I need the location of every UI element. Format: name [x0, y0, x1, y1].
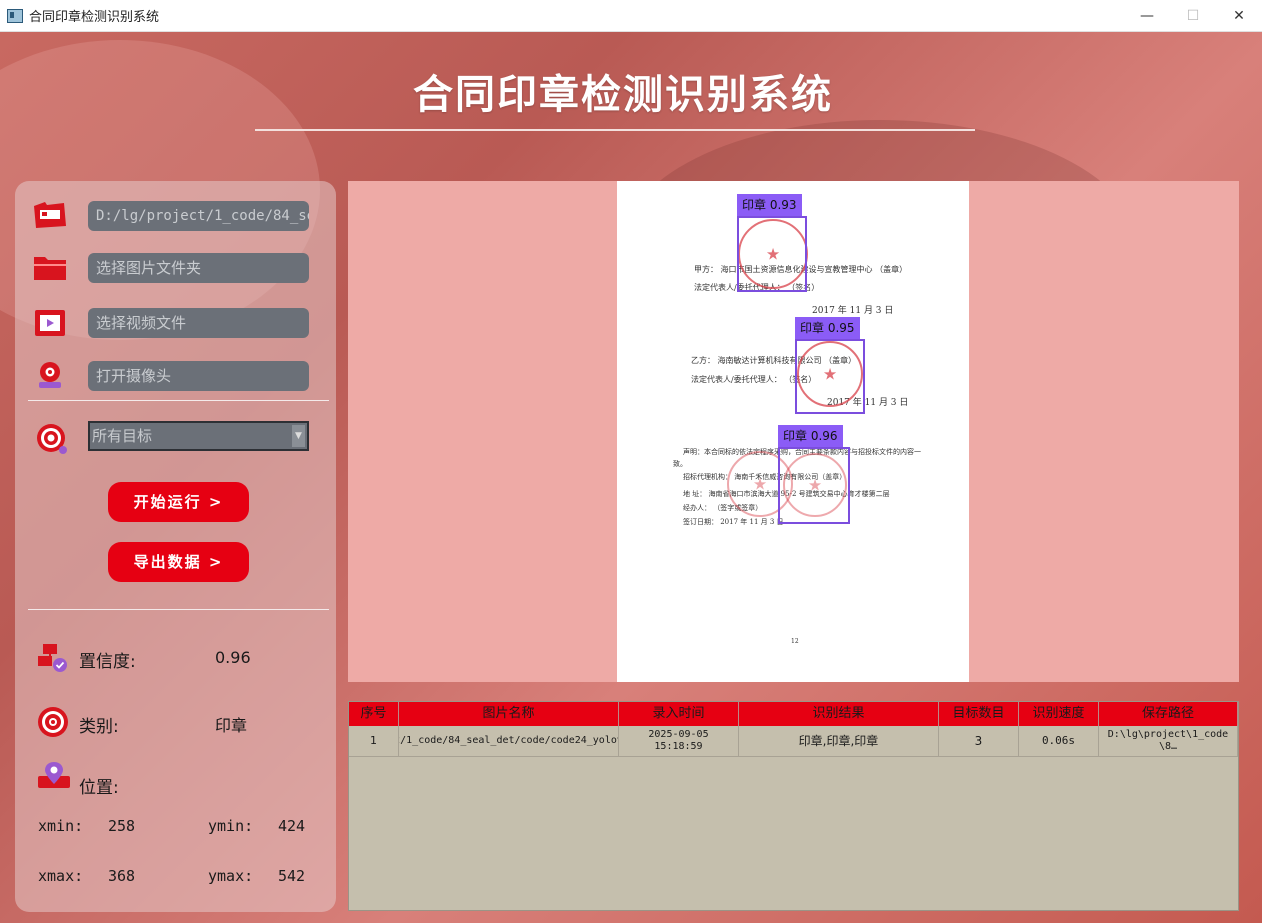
page-title: 合同印章检测识别系统 [413, 72, 833, 118]
maximize-button[interactable]: ☐ [1170, 0, 1216, 31]
doc-date-a: 2017 年 11 月 3 日 [812, 306, 894, 316]
cell-index: 1 [349, 726, 399, 757]
target-select[interactable]: 所有目标 ▼ [88, 421, 309, 451]
column-header-index[interactable]: 序号 [349, 702, 399, 726]
confidence-label: 置信度: [79, 652, 136, 672]
divider [28, 609, 329, 610]
ymax-value: 542 [278, 867, 306, 885]
export-button[interactable]: 导出数据 > [108, 542, 249, 582]
image-path-input[interactable]: D:/lg/project/1_code/84_seal_det/ [88, 201, 309, 231]
cell-speed: 0.06s [1019, 726, 1099, 757]
ymin-label: ymin: [208, 817, 254, 835]
detection-label: 印章 0.95 [795, 317, 860, 339]
xmax-label: xmax: [38, 867, 84, 885]
results-table: 序号 图片名称 录入时间 识别结果 目标数目 识别速度 保存路径 1 D:/lg… [348, 701, 1239, 911]
chevron-down-icon[interactable]: ▼ [292, 425, 305, 447]
target-select-value: 所有目标 [92, 427, 153, 445]
target-icon [35, 422, 69, 454]
table-row[interactable]: 1 D:/lg/project/1_code/84_seal_det/code/… [349, 726, 1238, 757]
cell-time: 2025-09-05 15:18:59 [619, 726, 739, 757]
cell-result: 印章,印章,印章 [739, 726, 939, 757]
folder-icon[interactable] [33, 253, 67, 283]
video-icon[interactable] [33, 308, 67, 338]
detection-label: 印章 0.96 [778, 425, 843, 447]
detection-label: 印章 0.93 [737, 194, 802, 216]
doc-statement-2: 致。 [673, 460, 687, 468]
column-header-result[interactable]: 识别结果 [739, 702, 939, 726]
detection-box [737, 216, 807, 292]
xmin-value: 258 [108, 817, 136, 835]
run-button[interactable]: 开始运行 > [108, 482, 249, 522]
ymax-label: ymax: [208, 867, 254, 885]
class-label: 类别: [79, 717, 119, 737]
column-header-speed[interactable]: 识别速度 [1019, 702, 1099, 726]
position-label: 位置: [79, 778, 119, 798]
xmax-value: 368 [108, 867, 136, 885]
window-titlebar: 合同印章检测识别系统 — ☐ ✕ [0, 0, 1262, 32]
cell-count: 3 [939, 726, 1019, 757]
ymin-value: 424 [278, 817, 306, 835]
class-value: 印章 [215, 716, 248, 735]
xmin-label: xmin: [38, 817, 84, 835]
close-button[interactable]: ✕ [1216, 0, 1262, 31]
location-icon [37, 760, 71, 790]
confidence-icon [37, 642, 71, 672]
class-icon [37, 706, 71, 737]
doc-page-number: 12 [791, 638, 799, 645]
column-header-image-name[interactable]: 图片名称 [399, 702, 619, 726]
confidence-value: 0.96 [215, 648, 251, 667]
video-input[interactable]: 选择视频文件 [88, 308, 309, 338]
cell-image-name: D:/lg/project/1_code/84_seal_det/code/co… [399, 726, 619, 757]
window-title: 合同印章检测识别系统 [29, 10, 160, 25]
title-divider [255, 129, 975, 131]
column-header-save-path[interactable]: 保存路径 [1099, 702, 1238, 726]
minimize-button[interactable]: — [1124, 0, 1170, 31]
app-icon [7, 8, 23, 23]
image-folder-icon[interactable] [33, 200, 67, 230]
camera-icon[interactable] [33, 360, 67, 390]
divider [28, 400, 329, 401]
doc-sign-date: 签订日期： 2017 年 11 月 3 日 [683, 518, 784, 526]
cell-save-path: D:\lg\project\1_code\8… [1099, 726, 1238, 757]
detection-box [795, 339, 865, 414]
column-header-count[interactable]: 目标数目 [939, 702, 1019, 726]
detection-box [778, 447, 850, 524]
camera-input[interactable]: 打开摄像头 [88, 361, 309, 391]
column-header-time[interactable]: 录入时间 [619, 702, 739, 726]
folder-input[interactable]: 选择图片文件夹 [88, 253, 309, 283]
table-header: 序号 图片名称 录入时间 识别结果 目标数目 识别速度 保存路径 [349, 702, 1238, 726]
